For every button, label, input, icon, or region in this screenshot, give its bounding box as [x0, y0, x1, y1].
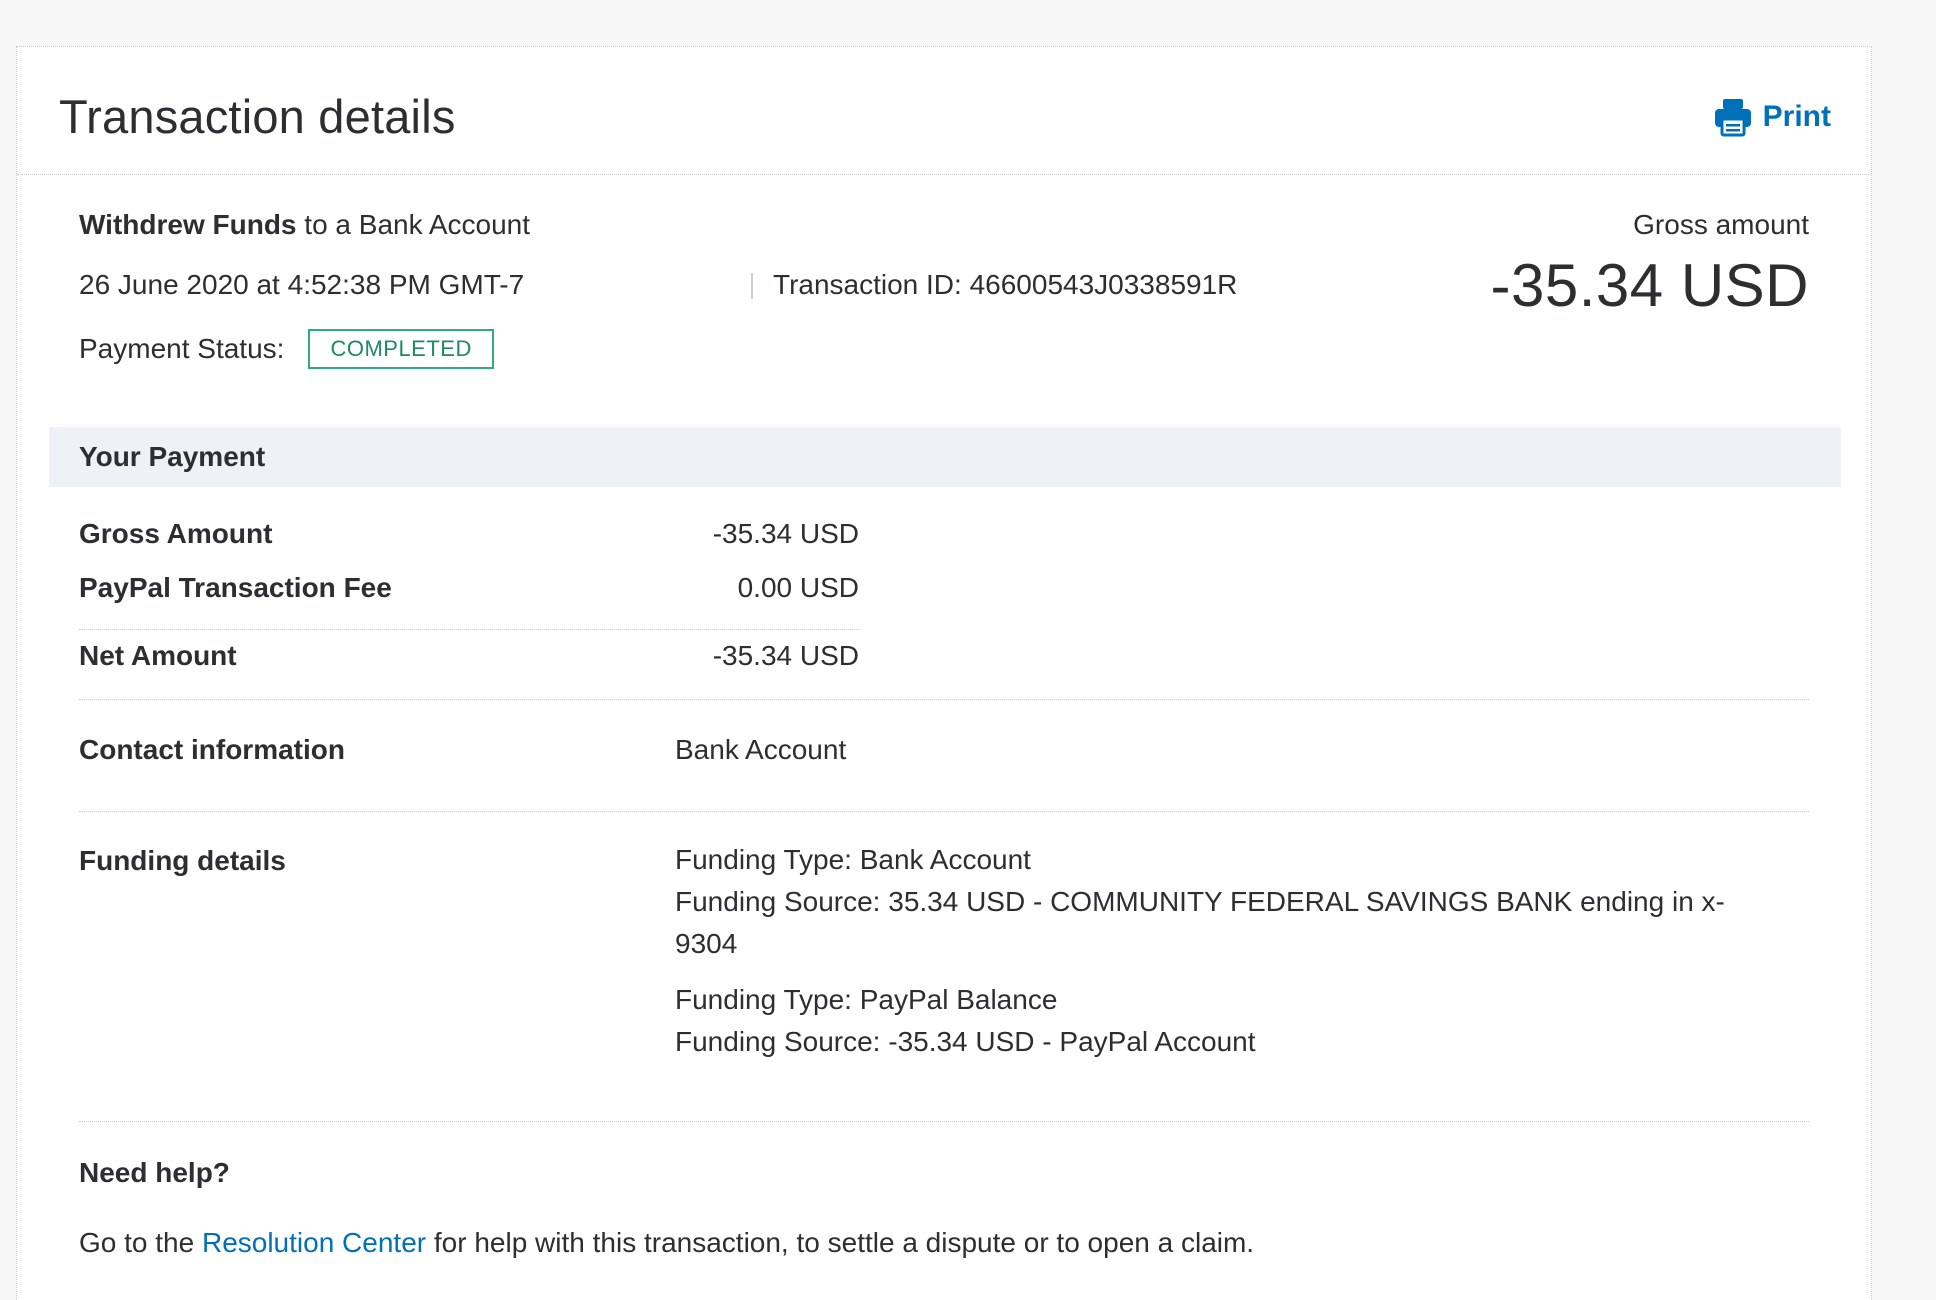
transaction-type-rest: to a Bank Account [296, 209, 531, 240]
row-label: PayPal Transaction Fee [79, 572, 392, 603]
divider [79, 811, 1809, 812]
separator [751, 273, 753, 299]
help-title: Need help? [79, 1157, 230, 1188]
contact-info-value: Bank Account [675, 734, 847, 765]
transaction-type: Withdrew Funds to a Bank Account [79, 209, 530, 241]
funding-type-1: Funding Type: Bank Account [675, 844, 1031, 875]
print-label: Print [1762, 100, 1831, 133]
net-amount-row: Net Amount -35.34 USD [79, 640, 859, 680]
row-value: 0.00 USD [737, 572, 859, 603]
help-text: Go to the Resolution Center for help wit… [79, 1227, 1254, 1259]
fee-row: PayPal Transaction Fee 0.00 USD [79, 572, 859, 612]
funding-source-1: Funding Source: 35.34 USD - COMMUNITY FE… [675, 886, 1725, 959]
resolution-center-link[interactable]: Resolution Center [202, 1227, 426, 1258]
gross-amount-label: Gross amount [1633, 209, 1809, 240]
printer-icon [1713, 97, 1753, 137]
funding-details-block: Funding Type: Bank Account Funding Sourc… [675, 839, 1785, 1063]
help-text-after: for help with this transaction, to settl… [426, 1227, 1255, 1258]
page-title: Transaction details [59, 90, 456, 143]
row-label: Gross Amount [79, 518, 273, 549]
row-value: -35.34 USD [712, 518, 859, 549]
transaction-type-bold: Withdrew Funds [79, 209, 297, 240]
divider [79, 629, 859, 630]
status-badge: COMPLETED [308, 329, 494, 369]
section-title: Your Payment [79, 441, 266, 472]
funding-source-2: Funding Source: -35.34 USD - PayPal Acco… [675, 1026, 1256, 1057]
funding-type-2: Funding Type: PayPal Balance [675, 984, 1058, 1015]
row-label: Net Amount [79, 640, 237, 671]
card-header: Transaction details Print [17, 47, 1871, 175]
funding-details-label: Funding details [79, 845, 286, 876]
gross-amount-value: -35.34 USD [1490, 252, 1809, 319]
your-payment-header: Your Payment [49, 427, 1841, 487]
help-text-before: Go to the [79, 1227, 202, 1258]
payment-status-label: Payment Status: [79, 333, 285, 364]
transaction-date: 26 June 2020 at 4:52:38 PM GMT-7 [79, 269, 525, 300]
divider [79, 699, 1809, 700]
transaction-id: Transaction ID: 46600543J0338591R [773, 269, 1238, 300]
print-button[interactable]: Print [1713, 97, 1831, 137]
transaction-details-card: Transaction details Print Withdrew Funds… [16, 46, 1872, 1300]
row-value: -35.34 USD [712, 640, 859, 671]
contact-info-label: Contact information [79, 734, 345, 765]
gross-amount-row: Gross Amount -35.34 USD [79, 518, 859, 558]
divider [79, 1121, 1809, 1122]
payment-status-row: Payment Status: COMPLETED [79, 329, 494, 369]
